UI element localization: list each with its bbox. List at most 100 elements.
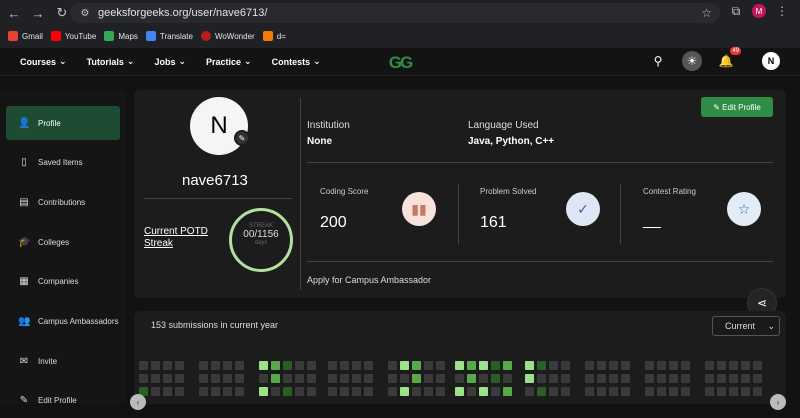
heatmap-cell[interactable] [597, 387, 606, 396]
heatmap-cell[interactable] [537, 374, 546, 383]
forward-icon[interactable]: → [28, 3, 48, 23]
heatmap-cell[interactable] [235, 387, 244, 396]
bookmark-maps[interactable]: Maps [104, 31, 138, 41]
nav-courses[interactable]: Courses ⌄ [20, 56, 67, 67]
heatmap-cell[interactable] [163, 361, 172, 370]
heatmap-cell[interactable] [741, 374, 750, 383]
edit-profile-button[interactable]: ✎ Edit Profile [701, 97, 773, 117]
potd-streak-link[interactable]: Current POTD Streak [144, 226, 226, 250]
heatmap-cell[interactable] [549, 387, 558, 396]
heatmap-cell[interactable] [479, 387, 488, 396]
heatmap-cell[interactable] [295, 361, 304, 370]
sidebar-item-saved[interactable]: ▯ Saved Items [0, 146, 126, 180]
sidebar-item-profile[interactable]: 👤 Profile [6, 106, 120, 140]
heatmap-cell[interactable] [503, 387, 512, 396]
heatmap-cell[interactable] [388, 361, 397, 370]
heatmap-cell[interactable] [467, 387, 476, 396]
heatmap-cell[interactable] [307, 387, 316, 396]
heatmap-cell[interactable] [211, 374, 220, 383]
heatmap-cell[interactable] [561, 387, 570, 396]
heatmap-cell[interactable] [561, 374, 570, 383]
heatmap-cell[interactable] [307, 374, 316, 383]
heatmap-cell[interactable] [729, 374, 738, 383]
heatmap-cell[interactable] [436, 374, 445, 383]
heatmap-cell[interactable] [340, 387, 349, 396]
heatmap-cell[interactable] [211, 387, 220, 396]
heatmap-cell[interactable] [561, 361, 570, 370]
heatmap-cell[interactable] [364, 361, 373, 370]
heatmap-cell[interactable] [151, 361, 160, 370]
extensions-icon[interactable]: ⧉ [728, 3, 744, 19]
heatmap-cell[interactable] [681, 374, 690, 383]
heatmap-cell[interactable] [199, 361, 208, 370]
period-select[interactable]: Current ⌄ [712, 316, 780, 336]
heatmap-cell[interactable] [412, 374, 421, 383]
heatmap-cell[interactable] [223, 361, 232, 370]
heatmap-cell[interactable] [717, 374, 726, 383]
heatmap-cell[interactable] [479, 361, 488, 370]
heatmap-cell[interactable] [609, 374, 618, 383]
heatmap-cell[interactable] [295, 387, 304, 396]
heatmap-cell[interactable] [352, 361, 361, 370]
heatmap-cell[interactable] [753, 387, 762, 396]
heatmap-cell[interactable] [424, 387, 433, 396]
heatmap-cell[interactable] [175, 374, 184, 383]
heatmap-cell[interactable] [525, 387, 534, 396]
heatmap-cell[interactable] [139, 374, 148, 383]
heatmap-cell[interactable] [669, 361, 678, 370]
heatmap-cell[interactable] [467, 361, 476, 370]
heatmap-cell[interactable] [223, 387, 232, 396]
nav-contests[interactable]: Contests ⌄ [272, 56, 321, 67]
heatmap-cell[interactable] [412, 361, 421, 370]
sidebar-item-contributions[interactable]: ▤ Contributions [0, 185, 126, 219]
heatmap-cell[interactable] [609, 387, 618, 396]
bookmark-youtube[interactable]: YouTube [50, 31, 96, 41]
heatmap-cell[interactable] [729, 387, 738, 396]
heatmap-cell[interactable] [585, 374, 594, 383]
heatmap-cell[interactable] [436, 361, 445, 370]
heatmap-cell[interactable] [328, 374, 337, 383]
heatmap-cell[interactable] [741, 361, 750, 370]
heatmap-cell[interactable] [705, 361, 714, 370]
heatmap-cell[interactable] [597, 361, 606, 370]
heatmap-cell[interactable] [328, 387, 337, 396]
heatmap-cell[interactable] [271, 361, 280, 370]
nav-jobs[interactable]: Jobs ⌄ [154, 56, 186, 67]
address-bar[interactable]: ⚙ geeksforgeeks.org/user/nave6713/ ☆ [70, 3, 720, 23]
heatmap-cell[interactable] [199, 387, 208, 396]
heatmap-cell[interactable] [211, 361, 220, 370]
heatmap-cell[interactable] [259, 387, 268, 396]
heatmap-cell[interactable] [199, 374, 208, 383]
bookmark-gmail[interactable]: Gmail [8, 31, 43, 41]
heatmap-cell[interactable] [223, 374, 232, 383]
heatmap-cell[interactable] [645, 374, 654, 383]
heatmap-cell[interactable] [455, 374, 464, 383]
heatmap-cell[interactable] [585, 361, 594, 370]
heatmap-cell[interactable] [525, 374, 534, 383]
heatmap-cell[interactable] [549, 374, 558, 383]
heatmap-cell[interactable] [307, 361, 316, 370]
heatmap-cell[interactable] [657, 361, 666, 370]
heatmap-cell[interactable] [259, 374, 268, 383]
heatmap-cell[interactable] [328, 361, 337, 370]
sidebar-item-invite[interactable]: ✉ Invite [0, 344, 126, 378]
heatmap-cell[interactable] [657, 374, 666, 383]
back-icon[interactable]: ← [4, 3, 24, 23]
heatmap-cell[interactable] [400, 361, 409, 370]
heatmap-cell[interactable] [400, 374, 409, 383]
heatmap-cell[interactable] [585, 387, 594, 396]
bookmark-translate[interactable]: Translate [145, 31, 193, 41]
heatmap-cell[interactable] [705, 387, 714, 396]
heatmap-cell[interactable] [455, 387, 464, 396]
heatmap-cell[interactable] [705, 374, 714, 383]
scroll-left-icon[interactable]: ‹ [130, 394, 146, 410]
sidebar-item-colleges[interactable]: 🎓 Colleges [0, 225, 126, 259]
heatmap-cell[interactable] [340, 361, 349, 370]
heatmap-cell[interactable] [491, 374, 500, 383]
heatmap-cell[interactable] [657, 387, 666, 396]
heatmap-cell[interactable] [424, 361, 433, 370]
heatmap-cell[interactable] [364, 387, 373, 396]
heatmap-cell[interactable] [139, 361, 148, 370]
heatmap-cell[interactable] [479, 374, 488, 383]
heatmap-cell[interactable] [681, 387, 690, 396]
